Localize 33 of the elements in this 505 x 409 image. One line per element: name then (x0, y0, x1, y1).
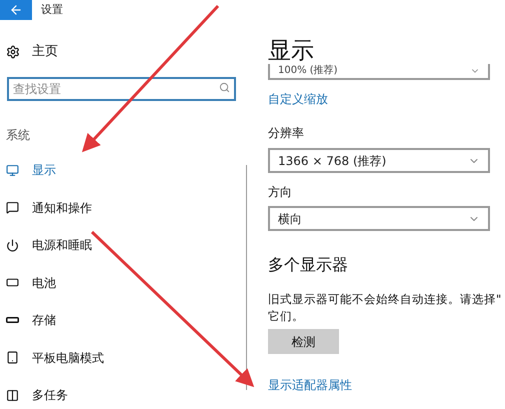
section-title: 多个显示器 (268, 254, 349, 276)
sidebar-item[interactable]: 通知和操作 (6, 189, 246, 226)
battery-icon (6, 276, 19, 290)
orientation-dropdown[interactable]: 横向 (268, 206, 490, 231)
sidebar-item[interactable]: 多任务 (6, 376, 246, 409)
resolution-dropdown[interactable]: 1366 × 768 (推荐) (268, 148, 490, 173)
sidebar-item[interactable]: 平板电脑模式 (6, 339, 246, 376)
description-text: 旧式显示器可能不会始终自动连接。请选择" (268, 291, 502, 308)
search-field[interactable]: 查找设置 (7, 76, 236, 100)
custom-scale-link[interactable]: 自定义缩放 (268, 90, 328, 108)
home-link[interactable]: 主页 (6, 42, 246, 62)
search-icon (219, 82, 230, 92)
sidebar-item[interactable]: 显示 (6, 152, 246, 189)
power-icon (6, 238, 19, 252)
storage-icon (6, 317, 19, 324)
speech-bubble-icon (6, 201, 19, 214)
section-heading: 系统 (6, 126, 31, 144)
detect-button[interactable]: 检测 (268, 329, 339, 354)
resolution-label: 分辨率 (268, 125, 305, 142)
orientation-label: 方向 (268, 184, 293, 201)
tablet-icon (6, 351, 19, 364)
page-title: 显示 (268, 38, 315, 64)
description-text: 它们。 (268, 308, 305, 325)
sidebar-item[interactable]: 电池 (6, 264, 246, 302)
window-title: 设置 (41, 2, 63, 18)
adapter-properties-link[interactable]: 显示适配器属性 (268, 376, 352, 394)
monitor-icon (6, 164, 19, 177)
multitask-icon (6, 388, 19, 402)
sidebar-item[interactable]: 存储 (6, 302, 246, 339)
scale-dropdown[interactable]: 100% (推荐) (268, 64, 490, 80)
sidebar-item[interactable]: 电源和睡眠 (6, 226, 246, 264)
back-button[interactable] (0, 0, 32, 20)
gear-icon (6, 44, 20, 59)
